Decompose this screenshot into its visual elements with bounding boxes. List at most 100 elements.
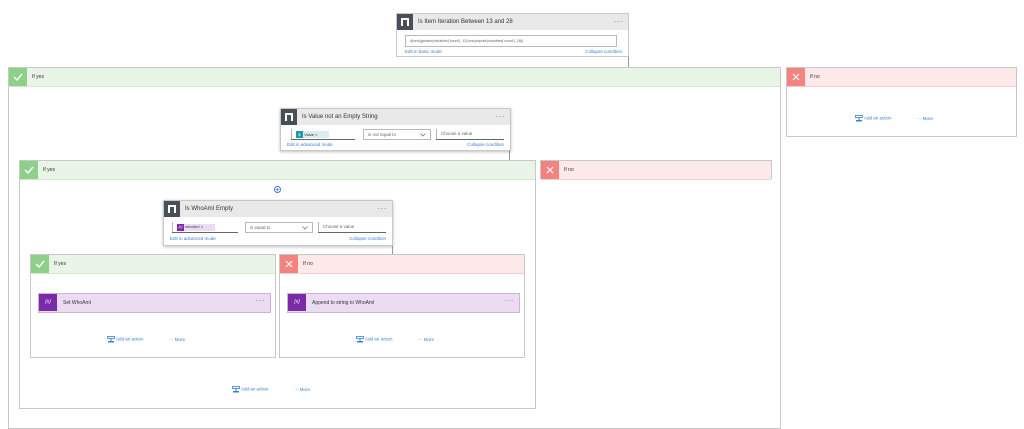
- whoami-condition-collapse-link[interactable]: Collapse condition: [349, 236, 386, 241]
- inner-yes-header[interactable]: If yes: [31, 255, 275, 274]
- whoami-token[interactable]: {x} whoAmI ×: [177, 223, 215, 231]
- more-icon: ···: [418, 337, 423, 342]
- whoami-condition-left-field[interactable]: {x} whoAmI ×: [172, 222, 239, 232]
- top-condition-card[interactable]: Is Item Iteration Between 13 and 28 ··· …: [396, 13, 629, 57]
- outer-yes-header[interactable]: If yes: [9, 68, 780, 87]
- whoami-condition-operator-select[interactable]: is equal to: [245, 222, 313, 233]
- variable-icon: {x}: [39, 294, 57, 311]
- condition-icon: [281, 109, 297, 125]
- top-condition-collapse-link[interactable]: Collapse condition: [585, 49, 622, 54]
- value-condition-edit-mode-link[interactable]: Edit in advanced mode: [287, 142, 333, 147]
- inner-yes-more-button[interactable]: ··· More: [169, 337, 185, 342]
- set-whoami-action[interactable]: {x} Set WhoAmI ···: [38, 293, 271, 313]
- mid-no-label: If no: [564, 167, 574, 173]
- value-condition-operator: is not equal to: [368, 131, 397, 137]
- add-action-icon: [232, 386, 240, 393]
- inner-yes-add-action-label: Add an action: [116, 336, 144, 342]
- mid-yes-more-label: More: [299, 387, 311, 392]
- set-whoami-title: Set WhoAmI: [63, 300, 92, 306]
- value-condition-title: Is Value not an Empty String: [302, 114, 378, 120]
- value-condition-value-placeholder: Choose a value: [441, 131, 473, 136]
- mid-yes-label: If yes: [43, 167, 55, 173]
- more-icon: ···: [917, 116, 922, 121]
- inner-yes-more-label: More: [174, 337, 186, 342]
- value-condition-operator-select[interactable]: is not equal to: [363, 129, 431, 140]
- add-action-icon: [855, 115, 863, 122]
- inner-no-branch: If no {x} Append to string to WhoAmI ···…: [279, 254, 525, 358]
- add-action-icon: [107, 336, 115, 343]
- top-condition-header[interactable]: Is Item Iteration Between 13 and 28 ···: [397, 14, 628, 30]
- variable-icon: {x}: [177, 223, 184, 231]
- inner-no-label: If no: [303, 261, 313, 267]
- mid-no-header[interactable]: If no: [541, 161, 771, 180]
- mid-yes-add-action-button[interactable]: Add an action: [232, 386, 269, 393]
- value-token[interactable]: $ Value ×: [296, 130, 329, 138]
- mid-no-branch: If no: [540, 160, 772, 180]
- outer-no-branch: If no Add an action ··· More: [786, 67, 1017, 137]
- outer-no-more-button[interactable]: ··· More: [917, 116, 933, 121]
- inner-no-header[interactable]: If no: [280, 255, 524, 274]
- top-condition-expression: @and(greater(variables('count'), 13),les…: [410, 38, 524, 43]
- value-condition-card[interactable]: Is Value not an Empty String ··· $ Value…: [280, 108, 511, 151]
- value-token-icon: $: [296, 130, 303, 138]
- top-condition-menu-icon[interactable]: ···: [614, 17, 624, 26]
- inner-yes-branch: If yes {x} Set WhoAmI ··· Add an action …: [30, 254, 276, 358]
- value-condition-header[interactable]: Is Value not an Empty String ···: [281, 109, 510, 125]
- mid-yes-more-button[interactable]: ··· More: [294, 387, 310, 392]
- remove-token-icon[interactable]: ×: [201, 224, 203, 229]
- whoami-token-label: whoAmI: [185, 223, 200, 229]
- whoami-condition-value-input[interactable]: Choose a value: [318, 222, 387, 232]
- top-condition-title: Is Item Iteration Between 13 and 28: [418, 19, 513, 25]
- plus-circle-icon[interactable]: [274, 186, 281, 193]
- top-condition-edit-mode-link[interactable]: Edit in basic mode: [405, 49, 442, 54]
- whoami-condition-title: Is WhoAmI Empty: [185, 206, 234, 212]
- condition-icon: [164, 201, 180, 217]
- value-condition-menu-icon[interactable]: ···: [496, 112, 506, 121]
- close-icon: [787, 68, 805, 86]
- top-condition-expression-field[interactable]: @and(greater(variables('count'), 13),les…: [405, 35, 617, 47]
- mid-yes-header[interactable]: If yes: [20, 161, 535, 180]
- value-condition-left-field[interactable]: $ Value ×: [291, 129, 356, 139]
- append-whoami-menu-icon[interactable]: ···: [505, 296, 515, 305]
- close-icon: [541, 161, 559, 179]
- more-icon: ···: [169, 337, 174, 342]
- chevron-down-icon: [302, 225, 308, 229]
- outer-no-label: If no: [810, 74, 820, 80]
- check-icon: [31, 255, 49, 273]
- set-whoami-menu-icon[interactable]: ···: [256, 296, 266, 305]
- remove-token-icon[interactable]: ×: [315, 132, 317, 137]
- value-condition-value-underline: [436, 139, 504, 140]
- mid-yes-add-action-label: Add an action: [241, 386, 269, 392]
- whoami-condition-menu-icon[interactable]: ···: [378, 204, 388, 213]
- outer-no-add-action-button[interactable]: Add an action: [855, 115, 892, 122]
- value-condition-left-underline: [291, 139, 355, 140]
- whoami-condition-edit-mode-link[interactable]: Edit in advanced mode: [170, 236, 216, 241]
- whoami-condition-value-underline: [318, 232, 386, 233]
- value-token-label: Value: [304, 131, 315, 137]
- whoami-condition-left-underline: [172, 232, 238, 233]
- check-icon: [9, 68, 27, 86]
- add-action-icon: [356, 336, 364, 343]
- inner-no-add-action-label: Add an action: [365, 336, 393, 342]
- inner-no-more-label: More: [423, 337, 435, 342]
- variable-icon: {x}: [288, 294, 306, 311]
- outer-no-header[interactable]: If no: [787, 68, 1016, 87]
- more-icon: ···: [294, 387, 299, 392]
- outer-yes-label: If yes: [32, 74, 44, 80]
- whoami-condition-value-placeholder: Choose a value: [323, 224, 355, 229]
- chevron-down-icon: [420, 132, 426, 136]
- whoami-condition-header[interactable]: Is WhoAmI Empty ···: [164, 201, 392, 217]
- inner-yes-add-action-button[interactable]: Add an action: [107, 336, 144, 343]
- inner-no-add-action-button[interactable]: Add an action: [356, 336, 393, 343]
- value-condition-collapse-link[interactable]: Collapse condition: [467, 142, 504, 147]
- check-icon: [20, 161, 38, 179]
- value-condition-value-input[interactable]: Choose a value: [436, 129, 505, 139]
- outer-no-add-action-label: Add an action: [864, 115, 892, 121]
- append-whoami-title: Append to string to WhoAmI: [312, 300, 375, 306]
- inner-yes-label: If yes: [54, 261, 66, 267]
- close-icon: [280, 255, 298, 273]
- append-whoami-action[interactable]: {x} Append to string to WhoAmI ···: [287, 293, 520, 313]
- outer-no-more-label: More: [922, 116, 934, 121]
- inner-no-more-button[interactable]: ··· More: [418, 337, 434, 342]
- whoami-condition-card[interactable]: Is WhoAmI Empty ··· {x} whoAmI × is equa…: [163, 200, 393, 246]
